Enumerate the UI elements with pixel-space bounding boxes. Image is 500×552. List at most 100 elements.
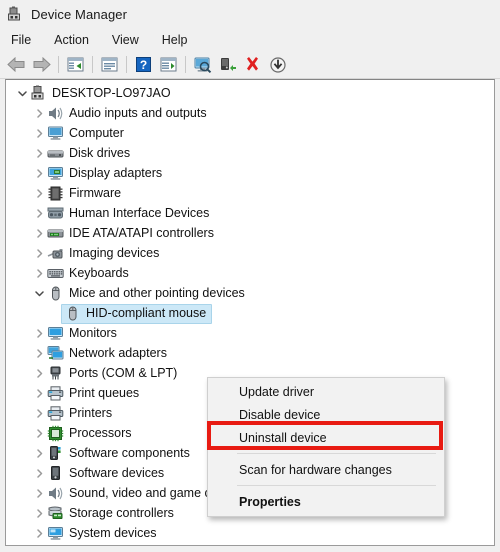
svg-text:?: ? bbox=[140, 58, 147, 72]
monitor-icon bbox=[47, 125, 64, 142]
software-device-icon bbox=[47, 465, 64, 482]
firmware-chip-icon bbox=[47, 185, 64, 202]
computer-root-icon bbox=[30, 85, 47, 102]
uninstall-device-button[interactable] bbox=[240, 53, 265, 76]
toolbar-separator bbox=[185, 56, 186, 73]
toolbar-separator bbox=[92, 56, 93, 73]
chevron-right-icon[interactable] bbox=[31, 523, 47, 543]
speaker-icon bbox=[47, 105, 64, 122]
ctx-scan-for-hardware-changes[interactable]: Scan for hardware changes bbox=[208, 458, 444, 481]
tree-item-label: Software devices bbox=[69, 465, 165, 480]
tree-item[interactable]: Human Interface Devices bbox=[6, 203, 494, 223]
tree-item[interactable]: Display adapters bbox=[6, 163, 494, 183]
ctx-update-driver[interactable]: Update driver bbox=[208, 380, 444, 403]
tree-item-label: Audio inputs and outputs bbox=[69, 105, 207, 120]
chevron-right-icon[interactable] bbox=[31, 403, 47, 423]
menu-action[interactable]: Action bbox=[52, 31, 100, 49]
ide-controller-icon bbox=[47, 225, 64, 242]
monitor-blue-icon bbox=[47, 325, 64, 342]
tree-item[interactable]: Mice and other pointing devices bbox=[6, 283, 494, 303]
chevron-right-icon[interactable] bbox=[31, 223, 47, 243]
tree-item-label: Print queues bbox=[69, 385, 140, 400]
disk-drive-icon bbox=[47, 145, 64, 162]
printer-icon bbox=[47, 385, 64, 402]
show-hide-action-pane-button[interactable] bbox=[156, 53, 181, 76]
storage-controller-icon bbox=[47, 505, 64, 522]
tree-item-label: Storage controllers bbox=[69, 505, 174, 520]
chevron-right-icon[interactable] bbox=[31, 163, 47, 183]
tree-item[interactable]: Keyboards bbox=[6, 263, 494, 283]
context-menu-separator bbox=[237, 453, 436, 454]
tree-item[interactable]: HID-compliant mouse bbox=[6, 303, 494, 324]
chevron-right-icon[interactable] bbox=[31, 103, 47, 123]
tree-item[interactable]: Network adapters bbox=[6, 343, 494, 363]
chevron-right-icon[interactable] bbox=[31, 543, 47, 545]
toolbar: ? bbox=[0, 51, 500, 79]
chevron-right-icon[interactable] bbox=[31, 383, 47, 403]
chevron-right-icon[interactable] bbox=[31, 203, 47, 223]
ctx-disable-device[interactable]: Disable device bbox=[208, 403, 444, 426]
tree-item[interactable]: Audio inputs and outputs bbox=[6, 103, 494, 123]
software-component-icon bbox=[47, 445, 64, 462]
menu-help[interactable]: Help bbox=[160, 31, 199, 49]
tree-item[interactable]: Universal Serial Bus controllers bbox=[6, 543, 494, 546]
back-button[interactable] bbox=[4, 53, 29, 76]
chevron-right-icon[interactable] bbox=[31, 323, 47, 343]
chevron-right-icon[interactable] bbox=[31, 183, 47, 203]
show-hide-console-tree-button[interactable] bbox=[63, 53, 88, 76]
chevron-down-icon[interactable] bbox=[31, 283, 47, 303]
forward-button[interactable] bbox=[29, 53, 54, 76]
menu-file[interactable]: File bbox=[9, 31, 42, 49]
window-title: Device Manager bbox=[31, 6, 128, 22]
no-chevron bbox=[48, 303, 64, 323]
properties-button[interactable] bbox=[97, 53, 122, 76]
tree-item-label: Keyboards bbox=[69, 265, 129, 280]
tree-item[interactable]: Imaging devices bbox=[6, 243, 494, 263]
chevron-right-icon[interactable] bbox=[31, 503, 47, 523]
chevron-right-icon[interactable] bbox=[31, 343, 47, 363]
scan-computer-button[interactable] bbox=[190, 53, 215, 76]
tree-item-label: Display adapters bbox=[69, 165, 163, 180]
chevron-right-icon[interactable] bbox=[31, 463, 47, 483]
update-driver-button[interactable] bbox=[215, 53, 240, 76]
chevron-right-icon[interactable] bbox=[31, 443, 47, 463]
tree-item[interactable]: Monitors bbox=[6, 323, 494, 343]
keyboard-icon bbox=[47, 265, 64, 282]
help-button[interactable]: ? bbox=[131, 53, 156, 76]
chevron-right-icon[interactable] bbox=[31, 263, 47, 283]
tree-item-label: HID-compliant mouse bbox=[86, 305, 207, 320]
tree-root-item[interactable]: DESKTOP-LO97JAO bbox=[6, 83, 494, 103]
tree-item-label: Computer bbox=[69, 125, 124, 140]
menu-view[interactable]: View bbox=[110, 31, 150, 49]
disable-device-button[interactable] bbox=[265, 53, 290, 76]
chevron-right-icon[interactable] bbox=[31, 143, 47, 163]
chevron-right-icon[interactable] bbox=[31, 363, 47, 383]
tree-item[interactable]: System devices bbox=[6, 523, 494, 543]
chevron-right-icon[interactable] bbox=[31, 423, 47, 443]
chevron-right-icon[interactable] bbox=[31, 243, 47, 263]
tree-item[interactable]: Computer bbox=[6, 123, 494, 143]
mouse-icon bbox=[64, 305, 81, 322]
context-menu-separator bbox=[237, 485, 436, 486]
tree-item-label: DESKTOP-LO97JAO bbox=[52, 85, 171, 100]
tree-item-label: Mice and other pointing devices bbox=[69, 285, 245, 300]
system-device-icon bbox=[47, 525, 64, 542]
chevron-down-icon[interactable] bbox=[14, 83, 30, 103]
ctx-uninstall-device[interactable]: Uninstall device bbox=[208, 426, 444, 449]
tree-item-label: Disk drives bbox=[69, 145, 131, 160]
usb-icon bbox=[47, 545, 64, 546]
network-adapter-icon bbox=[47, 345, 64, 362]
tree-item[interactable]: IDE ATA/ATAPI controllers bbox=[6, 223, 494, 243]
tree-item-label: Imaging devices bbox=[69, 245, 160, 260]
menu-bar: File Action View Help bbox=[0, 28, 500, 51]
tree-pane[interactable]: DESKTOP-LO97JAO Audio inputs and outputs C… bbox=[5, 79, 495, 546]
port-icon bbox=[47, 365, 64, 382]
tree-item-label: Software components bbox=[69, 445, 190, 460]
tree-item[interactable]: Firmware bbox=[6, 183, 494, 203]
chevron-right-icon[interactable] bbox=[31, 483, 47, 503]
ctx-properties[interactable]: Properties bbox=[208, 490, 444, 513]
tree-item[interactable]: Disk drives bbox=[6, 143, 494, 163]
chevron-right-icon[interactable] bbox=[31, 123, 47, 143]
tree-item-label: Ports (COM & LPT) bbox=[69, 365, 178, 380]
tree-item-label: System devices bbox=[69, 525, 157, 540]
